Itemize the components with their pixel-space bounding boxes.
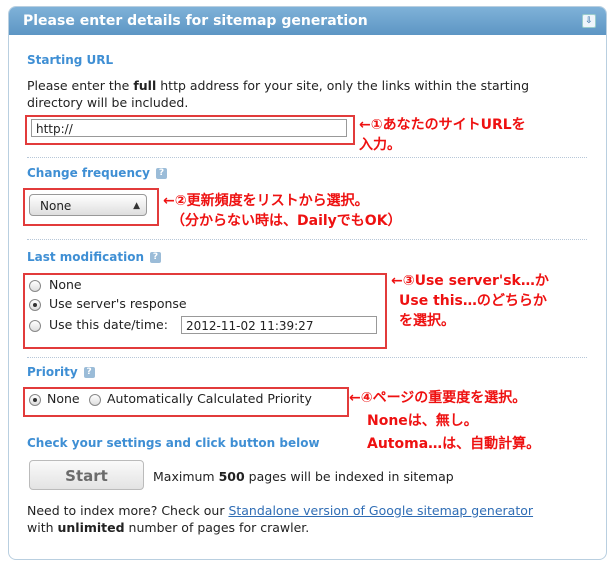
divider	[27, 357, 587, 358]
last-modification-title: Last modification?	[27, 250, 161, 264]
annotation-2: ←②更新頻度をリストから選択。 （分からない時は、DailyでもOK）	[163, 193, 402, 229]
standalone-version-link[interactable]: Standalone version of Google sitemap gen…	[228, 503, 533, 518]
divider	[27, 239, 587, 240]
starting-url-title: Starting URL	[27, 53, 114, 67]
lastmod-server-label: Use server's response	[49, 296, 187, 311]
change-frequency-select[interactable]: None ▲	[29, 194, 147, 216]
panel-header: Please enter details for sitemap generat…	[9, 7, 606, 35]
lastmod-date-label: Use this date/time:	[49, 317, 168, 332]
priority-none-label: None	[47, 391, 80, 406]
start-title: Check your settings and click button bel…	[27, 436, 320, 450]
priority-auto-label: Automatically Calculated Priority	[107, 391, 312, 406]
priority-none-radio[interactable]	[29, 394, 41, 406]
start-button[interactable]: Start	[29, 460, 144, 490]
priority-title: Priority?	[27, 365, 95, 379]
change-frequency-title: Change frequency?	[27, 166, 167, 180]
help-icon[interactable]: ?	[83, 367, 95, 378]
lastmod-none-radio[interactable]	[29, 280, 41, 292]
lastmod-date-radio[interactable]	[29, 320, 41, 332]
max-pages-text: Maximum 500 pages will be indexed in sit…	[153, 469, 454, 484]
select-arrows-icon: ▲	[133, 201, 140, 211]
starting-url-input[interactable]: http://	[31, 119, 347, 137]
priority-auto-radio[interactable]	[89, 394, 101, 406]
expand-icon[interactable]: ⇩	[582, 14, 596, 28]
help-icon[interactable]: ?	[155, 168, 167, 179]
annotation-4: ←④ページの重要度を選択。 Noneは、無し。 Automa…は、自動計算。	[349, 390, 541, 452]
sitemap-panel: Please enter details for sitemap generat…	[8, 6, 607, 560]
annotation-1: ←①あなたのサイトURLを 入力。	[359, 117, 526, 153]
lastmod-server-radio[interactable]	[29, 299, 41, 311]
annotation-3: ←③Use server'sk…か Use this…のどちらか を選択。	[391, 273, 549, 329]
help-icon[interactable]: ?	[150, 252, 161, 263]
footer-text: Need to index more? Check our Standalone…	[27, 503, 534, 535]
lastmod-date-input[interactable]: 2012-11-02 11:39:27	[181, 316, 377, 334]
panel-title: Please enter details for sitemap generat…	[23, 13, 368, 29]
lastmod-none-label: None	[49, 277, 82, 292]
starting-url-description: Please enter the full http address for y…	[27, 78, 530, 110]
divider	[27, 157, 587, 158]
